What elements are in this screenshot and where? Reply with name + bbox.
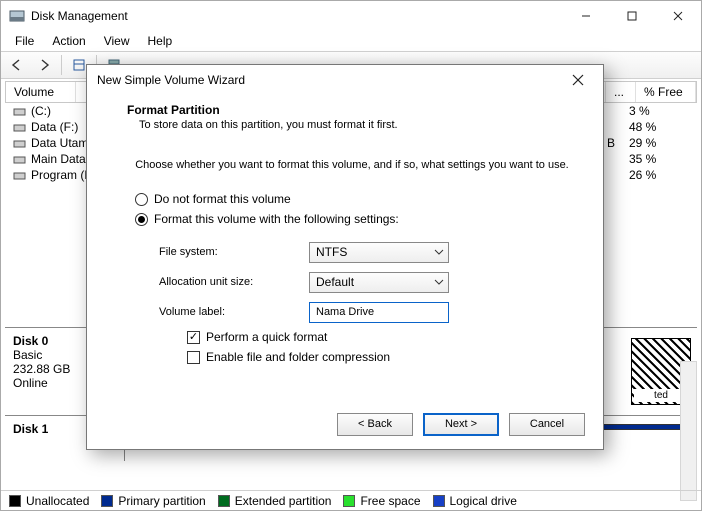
menu-action[interactable]: Action (44, 32, 93, 50)
dialog-subheading: To store data on this partition, you mus… (127, 117, 573, 131)
row-volumelabel: Volume label: (159, 297, 573, 327)
drive-icon (13, 169, 26, 182)
legend-extended: Extended partition (218, 494, 332, 508)
back-icon[interactable] (5, 54, 29, 76)
dialog-instruction: Choose whether you want to format this v… (131, 155, 573, 189)
legend-primary: Primary partition (101, 494, 205, 508)
combo-value: Default (316, 275, 354, 289)
drive-icon (13, 153, 26, 166)
menu-bar: File Action View Help (1, 31, 701, 51)
checkbox-icon (187, 351, 200, 364)
disk-title: Disk 1 (13, 422, 48, 436)
volume-free: 48 % (629, 120, 689, 134)
menu-help[interactable]: Help (140, 32, 181, 50)
column-hidden[interactable]: ... (606, 82, 636, 102)
swatch-icon (101, 495, 113, 507)
format-settings: File system: NTFS Allocation unit size: … (131, 229, 573, 367)
checkbox-label: Enable file and folder compression (206, 350, 390, 364)
drive-icon (13, 137, 26, 150)
radio-label: Do not format this volume (154, 192, 291, 206)
volume-free: 35 % (629, 152, 689, 166)
checkbox-label: Perform a quick format (206, 330, 327, 344)
scrollbar[interactable] (680, 361, 697, 501)
drive-icon (13, 105, 26, 118)
close-button[interactable] (655, 1, 701, 31)
legend-freespace: Free space (343, 494, 420, 508)
disk-size: 232.88 GB (13, 362, 70, 376)
title-bar: Disk Management (1, 1, 701, 31)
app-icon (9, 8, 25, 24)
legend-logical: Logical drive (433, 494, 517, 508)
dialog-titlebar: New Simple Volume Wizard (87, 65, 603, 95)
row-filesystem: File system: NTFS (159, 237, 573, 267)
radio-label: Format this volume with the following se… (154, 212, 399, 226)
dialog-close-button[interactable] (563, 65, 593, 95)
checkbox-quickformat[interactable]: Perform a quick format (159, 327, 573, 347)
dialog-body: Choose whether you want to format this v… (87, 143, 603, 399)
dialog-heading: Format Partition (127, 103, 220, 117)
back-button[interactable]: < Back (337, 413, 413, 436)
swatch-icon (433, 495, 445, 507)
dialog-buttons: < Back Next > Cancel (87, 399, 603, 449)
forward-icon[interactable] (32, 54, 56, 76)
label-allocation: Allocation unit size: (159, 276, 309, 288)
close-icon (572, 74, 584, 86)
column-volume[interactable]: Volume (6, 82, 76, 102)
window-title: Disk Management (31, 9, 563, 23)
disk-title: Disk 0 (13, 334, 48, 348)
swatch-icon (343, 495, 355, 507)
swatch-icon (218, 495, 230, 507)
disk-status: Online (13, 376, 48, 390)
checkbox-compression[interactable]: Enable file and folder compression (159, 347, 573, 367)
combo-value: NTFS (316, 245, 347, 259)
input-volumelabel[interactable] (309, 302, 449, 323)
menu-file[interactable]: File (7, 32, 42, 50)
toolbar-separator (61, 55, 62, 75)
volume-free: 26 % (629, 168, 689, 182)
radio-icon (135, 193, 148, 206)
dialog-header: Format Partition To store data on this p… (87, 95, 603, 143)
radio-noformat[interactable]: Do not format this volume (131, 189, 573, 209)
chevron-down-icon (434, 246, 444, 260)
legend: Unallocated Primary partition Extended p… (1, 490, 701, 510)
swatch-icon (9, 495, 21, 507)
window-controls (563, 1, 701, 31)
column-free[interactable]: % Free (636, 82, 696, 102)
cancel-button[interactable]: Cancel (509, 413, 585, 436)
label-volumelabel: Volume label: (159, 306, 309, 318)
radio-format[interactable]: Format this volume with the following se… (131, 209, 573, 229)
menu-view[interactable]: View (96, 32, 138, 50)
volume-free: 29 % (629, 136, 689, 150)
wizard-dialog: New Simple Volume Wizard Format Partitio… (86, 64, 604, 450)
checkbox-icon (187, 331, 200, 344)
radio-icon (135, 213, 148, 226)
disk-type: Basic (13, 348, 42, 362)
maximize-button[interactable] (609, 1, 655, 31)
legend-unallocated: Unallocated (9, 494, 89, 508)
chevron-down-icon (434, 276, 444, 290)
minimize-button[interactable] (563, 1, 609, 31)
volume-free: 3 % (629, 104, 689, 118)
label-filesystem: File system: (159, 246, 309, 258)
row-allocation: Allocation unit size: Default (159, 267, 573, 297)
next-button[interactable]: Next > (423, 413, 499, 436)
combo-allocation[interactable]: Default (309, 272, 449, 293)
combo-filesystem[interactable]: NTFS (309, 242, 449, 263)
dialog-title: New Simple Volume Wizard (97, 73, 563, 87)
drive-icon (13, 121, 26, 134)
